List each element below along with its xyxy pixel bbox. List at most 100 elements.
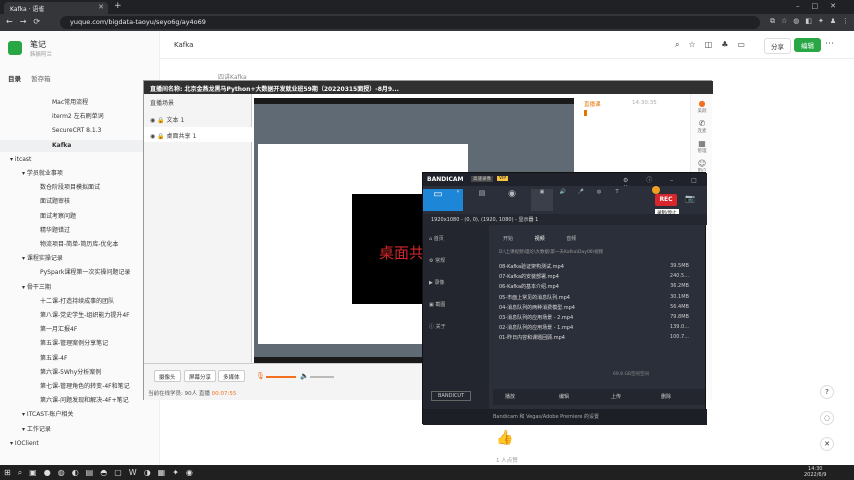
url-input[interactable]: yuque.com/bigdata-taoyu/seyo6g/ay4o69 xyxy=(60,16,760,29)
tab-audio[interactable]: 音频 xyxy=(566,236,576,242)
nav-about[interactable]: ⓘ 关于 xyxy=(429,323,489,330)
screenshot-icon[interactable]: 📷 xyxy=(685,194,695,203)
sidebar-item[interactable]: PySpark课程第一次实操问题记录 xyxy=(0,267,160,279)
close-icon[interactable]: ✕ xyxy=(98,3,104,11)
upload-button[interactable]: 上传 xyxy=(611,393,621,400)
sidebar-item[interactable]: 第六课-5Why分析案例 xyxy=(0,367,160,379)
share-button[interactable]: 分享 xyxy=(764,38,791,54)
mic-volume-slider[interactable] xyxy=(266,376,296,378)
sidebar-item[interactable]: 面试题审核 xyxy=(0,196,160,208)
mouse-button[interactable]: ◍ xyxy=(591,189,607,211)
like-icon[interactable]: 👍 xyxy=(496,430,513,446)
sidebar-item[interactable]: 第五课-4F xyxy=(0,353,160,365)
file-name: 06-Kafka的基本介绍.mp4 xyxy=(499,284,559,291)
extension-icons[interactable]: ⧉☆◍◧✦♟⋮ xyxy=(770,17,854,26)
nav-buttons[interactable]: ←→⟳ xyxy=(6,17,47,26)
file-row[interactable]: 06-Kafka的基本介绍.mp4 36.2MB xyxy=(499,283,695,293)
speaker-volume-slider[interactable] xyxy=(310,376,334,378)
file-row[interactable]: 08-Kafka验证架构测试.mp4 39.5MB xyxy=(499,263,695,273)
help-icon[interactable]: ? xyxy=(820,385,834,399)
rec-button[interactable]: REC xyxy=(655,194,677,206)
comment-icon[interactable]: ◌ xyxy=(820,411,834,425)
bandicut-button[interactable]: BANDICUT xyxy=(431,391,472,401)
online-text: 当前在线学员: 90人 xyxy=(148,391,198,397)
sidebar-item[interactable]: 面试考察问题 xyxy=(0,211,160,223)
sidebar-item[interactable]: 物流项目-简单-简历库-优化本 xyxy=(0,239,160,251)
game-mode-button[interactable]: ◉ xyxy=(497,189,527,211)
file-row[interactable]: 04-消息队列的两种消费模型.mp4 56.4MB xyxy=(499,304,695,314)
tool-beauty[interactable]: ● 美颜 xyxy=(691,99,713,114)
scene-item-desktop[interactable]: ◉ 🔒 桌面共享 1 xyxy=(144,127,252,142)
user-icon: ☺ xyxy=(697,159,707,168)
tab-video[interactable]: 视频 xyxy=(535,236,545,242)
sidebar-item[interactable]: ▾ 课程实操记录 xyxy=(0,253,160,265)
hdmi-mode-button[interactable]: ▤ xyxy=(467,189,497,211)
browser-tab[interactable]: Kafka · 语雀 ✕ xyxy=(4,2,108,14)
text-overlay-button[interactable]: T xyxy=(609,189,625,211)
tool-manage[interactable]: ▦ 管理 xyxy=(691,139,713,154)
sidebar-item[interactable]: 数仓阶段项目模拟面试 xyxy=(0,182,160,194)
file-size: 139.0... xyxy=(669,324,689,331)
multimedia-button[interactable]: 多媒体 xyxy=(218,370,245,382)
edit-button[interactable]: 编辑 xyxy=(794,38,821,52)
speaker-icon[interactable]: 🔈 xyxy=(300,372,309,380)
live-title: 直播间名称: 北京金燕龙黑马Python+大数据开发就业班59期（2022031… xyxy=(144,81,713,94)
file-size: 56.4MB xyxy=(670,303,689,310)
mic-icon[interactable]: 🎙 xyxy=(256,372,265,380)
file-row[interactable]: 01-昨日内容和课题回顾.mp4 100.7... xyxy=(499,334,695,344)
microphone-button[interactable]: 🎤 xyxy=(573,189,589,211)
delete-button[interactable]: 删除 xyxy=(661,393,671,400)
sidebar-item[interactable]: 第一月汇报4F xyxy=(0,324,160,336)
space-subtitle: 韩振阿兰 xyxy=(30,52,53,58)
more-icon[interactable]: ⋯ xyxy=(825,39,834,49)
sidebar-item[interactable]: 第七课-管理角色的转变-4F和笔记 xyxy=(0,381,160,393)
file-row[interactable]: 05-市面上常见的消息队列.mp4 30.1MB xyxy=(499,294,695,304)
tab-toc[interactable]: 目录 xyxy=(8,75,21,83)
sidebar-item[interactable]: 第六课-问题发现和解决-4F+笔记 xyxy=(0,395,160,407)
sidebar-item[interactable]: ▾ IOClient xyxy=(0,438,160,450)
space-name[interactable]: 笔记 xyxy=(30,39,46,50)
sidebar-item[interactable]: 第五课-管理案例分享笔记 xyxy=(0,338,160,350)
scene-item-text[interactable]: ◉ 🔒 文本 1 xyxy=(144,111,252,126)
speaker-button[interactable]: 🔊 xyxy=(555,189,571,211)
window-controls[interactable]: –□✕ xyxy=(796,2,848,10)
sidebar-item[interactable]: 第八课-党史学生-组织能力提升4F xyxy=(0,310,160,322)
screen-share-button[interactable]: 屏幕分享 xyxy=(184,370,217,382)
sidebar-item[interactable]: iterm2 左右刷单词 xyxy=(0,111,160,123)
screen-mode-button[interactable]: ▭ xyxy=(423,189,453,211)
output-list-panel: 开始 视频 音频 D:\上课视频\理论\大数据\第一天Kafka\Day06\视… xyxy=(493,225,705,409)
file-name: 05-市面上常见的消息队列.mp4 xyxy=(499,294,570,301)
taskbar-icons[interactable]: ⊞⌕▣●◍◐▤◓▢W◑▦✦◉ xyxy=(4,468,200,478)
play-button[interactable]: 播放 xyxy=(505,393,515,400)
close-icon[interactable]: ✕ xyxy=(820,437,834,451)
webcam-button[interactable]: ▣ xyxy=(531,189,553,211)
sidebar-item[interactable]: Mac常用流程 xyxy=(0,97,160,109)
tool-connect[interactable]: ✆ 连麦 xyxy=(691,119,713,134)
edit-video-button[interactable]: 编辑 xyxy=(559,393,569,400)
sidebar-item[interactable]: 精华题错过 xyxy=(0,225,160,237)
tab-drafts[interactable]: 暂存箱 xyxy=(31,75,51,83)
sidebar-item[interactable]: ▾ 学员就业事项 xyxy=(0,168,160,180)
screen-mode-dropdown[interactable]: ▾ xyxy=(453,189,463,211)
camera-button[interactable]: 摄像头 xyxy=(154,370,181,382)
file-name: 08-Kafka验证架构测试.mp4 xyxy=(499,264,564,270)
nav-general[interactable]: ⚙ 常规 xyxy=(429,257,489,264)
nav-image[interactable]: ▣ 截图 xyxy=(429,301,489,308)
sidebar-item[interactable]: ▾ itcast xyxy=(0,154,160,166)
sidebar-item[interactable]: SecureCRT 8.1.3 xyxy=(0,125,160,137)
sidebar-item[interactable]: ▾ ITCAST-账户相关 xyxy=(0,409,160,421)
tab-start[interactable]: 开始 xyxy=(503,236,513,242)
system-clock[interactable]: 14:30 2022/6/9 xyxy=(804,466,826,478)
sidebar-item[interactable]: Kafka xyxy=(0,139,160,152)
header-icons[interactable]: ⌕☆◫♣▭ xyxy=(675,40,754,50)
file-row[interactable]: 03-消息队列的应用场景 - 2.mp4 79.8MB xyxy=(499,314,695,324)
new-tab-icon[interactable]: + xyxy=(114,1,122,11)
nav-video[interactable]: ▶ 录像 xyxy=(429,279,489,286)
nav-home[interactable]: ⌂ 首页 xyxy=(429,235,489,242)
sidebar-item[interactable]: ▾ 骨干三期 xyxy=(0,282,160,294)
sidebar-item-label: 学员就业事项 xyxy=(26,170,63,177)
sidebar-item[interactable]: ▾ 工作记录 xyxy=(0,424,160,436)
file-row[interactable]: 02-消息队列的应用场景 - 1.mp4 139.0... xyxy=(499,324,695,334)
sidebar-item[interactable]: 十二课-打造持续成事的团队 xyxy=(0,296,160,308)
file-row[interactable]: 07-Kafka的安装部署.mp4 240.5... xyxy=(499,273,695,283)
